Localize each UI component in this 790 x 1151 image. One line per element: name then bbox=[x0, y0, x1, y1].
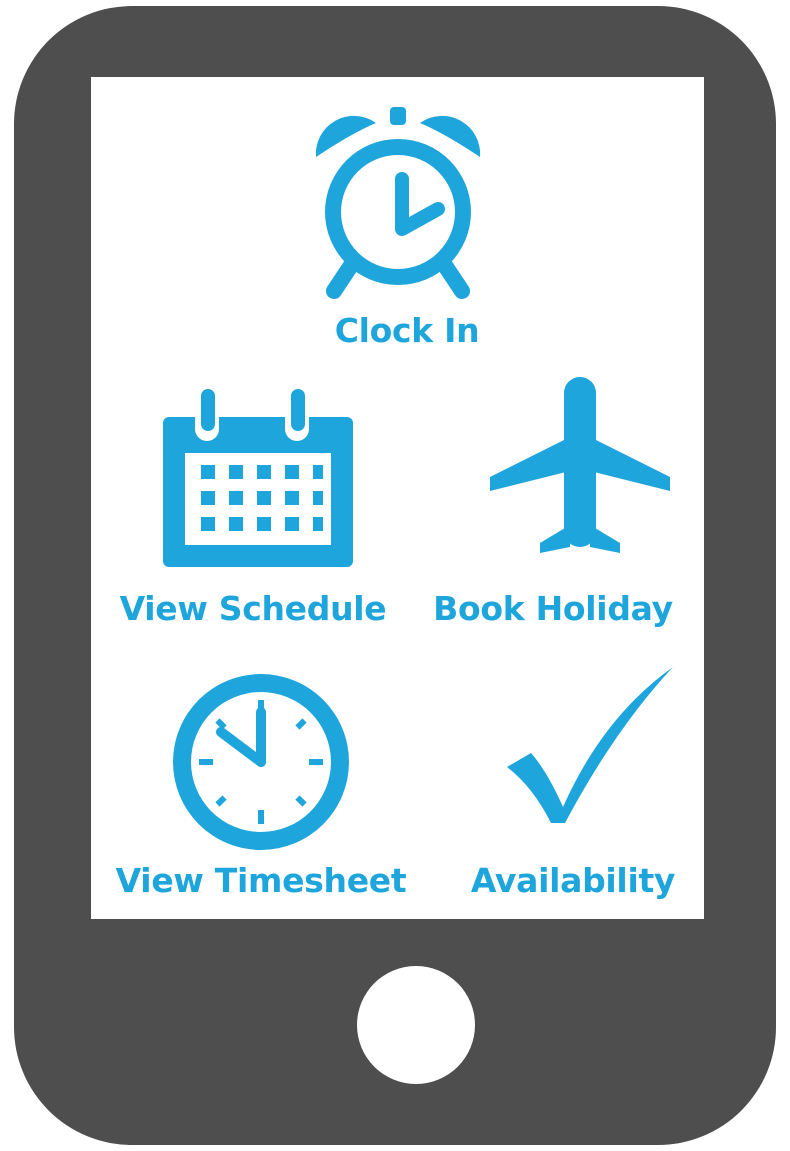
checkmark-icon bbox=[507, 667, 673, 823]
availability-button[interactable]: Availability bbox=[397, 667, 704, 917]
alarm-clock-icon bbox=[315, 107, 481, 299]
clock-in-button[interactable]: Clock In bbox=[91, 77, 704, 357]
book-holiday-button[interactable]: Book Holiday bbox=[397, 377, 704, 637]
view-schedule-button[interactable]: View Schedule bbox=[91, 377, 397, 637]
home-button[interactable] bbox=[357, 966, 475, 1084]
app-illustration: Clock In View Schedule Book Holiday View… bbox=[0, 0, 790, 1151]
view-schedule-label: View Schedule bbox=[119, 589, 387, 628]
view-timesheet-button[interactable]: View Timesheet bbox=[91, 667, 407, 917]
clock-in-label: Clock In bbox=[334, 311, 480, 350]
app-screen: Clock In View Schedule Book Holiday View… bbox=[91, 77, 704, 919]
availability-label: Availability bbox=[470, 861, 676, 900]
airplane-icon bbox=[490, 377, 670, 553]
calendar-icon bbox=[163, 389, 353, 567]
book-holiday-label: Book Holiday bbox=[433, 589, 673, 628]
clock-icon bbox=[173, 674, 349, 850]
view-timesheet-label: View Timesheet bbox=[115, 861, 407, 900]
